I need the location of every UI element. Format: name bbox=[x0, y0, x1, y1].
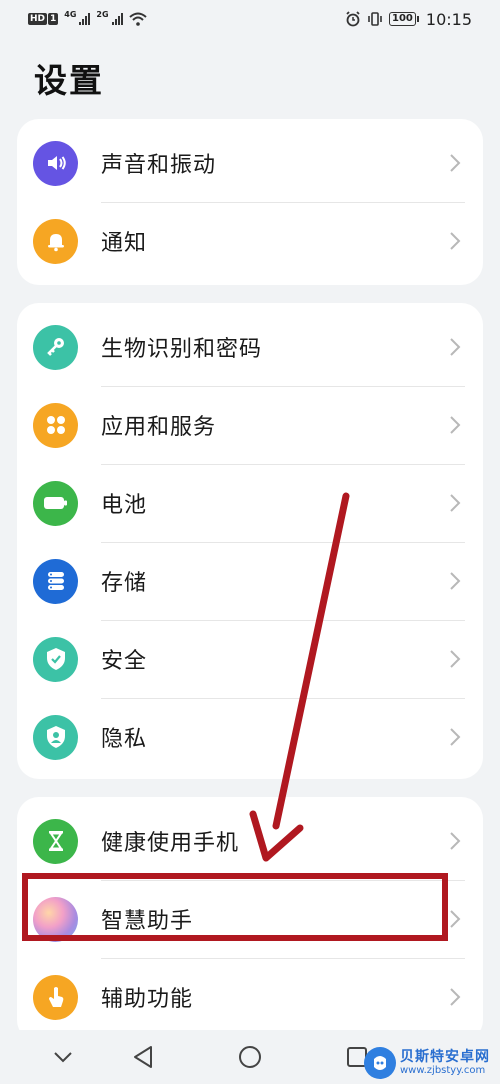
page-title: 设置 bbox=[34, 61, 104, 100]
watermark-logo-icon bbox=[364, 1047, 396, 1079]
network-type-2: 2G bbox=[96, 9, 109, 19]
home-circle-icon[interactable] bbox=[237, 1044, 263, 1070]
hd-badge: HD bbox=[28, 13, 48, 25]
settings-item-privacy[interactable]: 隐私 bbox=[17, 698, 483, 776]
settings-item-label: 存储 bbox=[101, 571, 148, 596]
settings-item-apps[interactable]: 应用和服务 bbox=[17, 386, 483, 464]
storage-icon bbox=[33, 558, 78, 604]
watermark: 贝斯特安卓网 www.zjbstyy.com bbox=[364, 1042, 500, 1084]
shield-check-icon bbox=[33, 636, 78, 682]
battery-indicator: 100 bbox=[389, 12, 419, 26]
chevron-right-icon bbox=[443, 151, 467, 175]
speaker-icon bbox=[33, 140, 78, 186]
chevron-right-icon bbox=[443, 907, 467, 931]
vibrate-icon bbox=[368, 12, 382, 26]
chevron-right-icon bbox=[443, 569, 467, 593]
assistant-orb-icon bbox=[33, 896, 78, 942]
chevron-right-icon bbox=[443, 985, 467, 1009]
clock: 10:15 bbox=[425, 9, 472, 29]
battery-icon bbox=[33, 480, 78, 526]
hourglass-icon bbox=[33, 818, 78, 864]
watermark-url: www.zjbstyy.com bbox=[400, 1065, 486, 1077]
settings-item-label: 辅助功能 bbox=[101, 987, 194, 1012]
settings-item-label: 隐私 bbox=[101, 727, 148, 752]
settings-item-accessibility[interactable]: 辅助功能 bbox=[17, 958, 483, 1036]
settings-item-security[interactable]: 安全 bbox=[17, 620, 483, 698]
watermark-name: 贝斯特安卓网 bbox=[400, 1048, 490, 1065]
settings-item-label: 健康使用手机 bbox=[101, 831, 240, 856]
chevron-right-icon bbox=[443, 725, 467, 749]
hand-pointer-icon bbox=[33, 974, 78, 1020]
settings-item-label: 声音和振动 bbox=[101, 153, 217, 178]
privacy-shield-icon bbox=[33, 714, 78, 760]
settings-group-1: 声音和振动 通知 bbox=[17, 119, 483, 285]
apps-grid-icon bbox=[33, 402, 78, 448]
settings-item-sound[interactable]: 声音和振动 bbox=[17, 124, 483, 202]
chevron-right-icon bbox=[443, 335, 467, 359]
settings-item-battery[interactable]: 电池 bbox=[17, 464, 483, 542]
status-left: HD 1 4G 2G bbox=[28, 9, 147, 26]
watermark-text: 贝斯特安卓网 www.zjbstyy.com bbox=[400, 1048, 490, 1077]
settings-group-3: 健康使用手机 智慧助手 辅助功能 bbox=[17, 797, 483, 1042]
settings-item-label: 智慧助手 bbox=[101, 909, 194, 934]
chevron-right-icon bbox=[443, 491, 467, 515]
bell-icon bbox=[33, 218, 78, 264]
back-triangle-icon[interactable] bbox=[130, 1044, 156, 1070]
network-type-1: 4G bbox=[64, 9, 77, 19]
status-bar: HD 1 4G 2G 100 10:15 bbox=[0, 0, 500, 38]
settings-item-digital-balance[interactable]: 健康使用手机 bbox=[17, 802, 483, 880]
key-icon bbox=[33, 324, 78, 370]
settings-item-label: 应用和服务 bbox=[101, 415, 217, 440]
chevron-right-icon bbox=[443, 647, 467, 671]
settings-item-biometrics[interactable]: 生物识别和密码 bbox=[17, 308, 483, 386]
wifi-icon bbox=[128, 12, 147, 26]
settings-item-label: 生物识别和密码 bbox=[101, 337, 263, 362]
settings-group-2: 生物识别和密码 应用和服务 电池 存储 安全 隐私 bbox=[17, 303, 483, 779]
chevron-right-icon bbox=[443, 229, 467, 253]
collapse-chevron-icon[interactable] bbox=[50, 1044, 76, 1070]
signal-bars-1-icon bbox=[79, 13, 91, 25]
status-right: 100 10:15 bbox=[345, 10, 472, 29]
settings-item-label: 安全 bbox=[101, 649, 148, 674]
settings-item-label: 电池 bbox=[101, 493, 148, 518]
chevron-right-icon bbox=[443, 413, 467, 437]
chevron-right-icon bbox=[443, 829, 467, 853]
sim1-badge: 1 bbox=[48, 13, 59, 25]
settings-item-notifications[interactable]: 通知 bbox=[17, 202, 483, 280]
settings-item-storage[interactable]: 存储 bbox=[17, 542, 483, 620]
settings-item-label: 通知 bbox=[101, 231, 148, 256]
signal-bars-2-icon bbox=[111, 13, 123, 25]
settings-item-smart-assistant[interactable]: 智慧助手 bbox=[17, 880, 483, 958]
settings-screen: HD 1 4G 2G 100 10:15 设置 声音和振动 通知 生物识别和密码… bbox=[0, 0, 500, 1084]
alarm-icon bbox=[346, 11, 360, 27]
